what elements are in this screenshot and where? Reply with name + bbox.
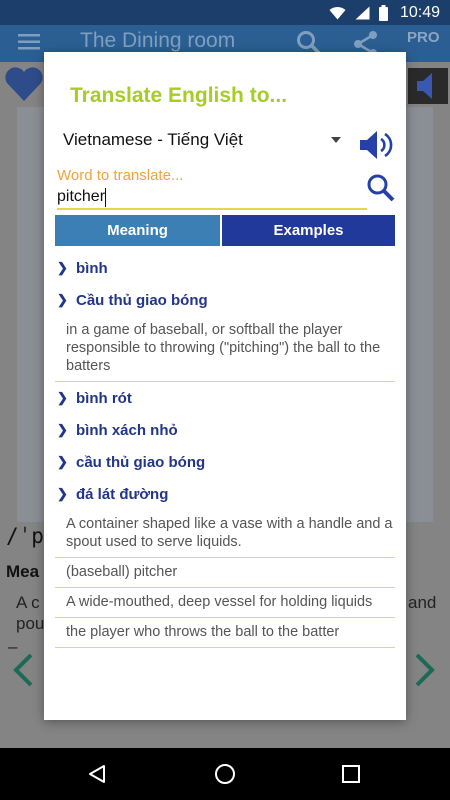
result-group[interactable]: ❯ bình rót xyxy=(55,382,395,414)
result-group-label: bình xách nhỏ xyxy=(76,421,178,439)
result-group[interactable]: ❯ đá lát đường xyxy=(55,478,395,510)
translate-dialog: Translate English to... Vietnamese - Tiế… xyxy=(44,52,406,720)
language-selected: Vietnamese - Tiếng Việt xyxy=(63,130,243,149)
definition-item: (baseball) pitcher xyxy=(55,558,395,588)
chevron-right-icon: ❯ xyxy=(57,454,68,469)
speaker-icon[interactable] xyxy=(408,68,448,104)
tab-meaning[interactable]: Meaning xyxy=(55,215,220,246)
dropdown-arrow-icon xyxy=(331,137,341,143)
signal-icon xyxy=(355,6,370,20)
definition-item: the player who throws the ball to the ba… xyxy=(55,618,395,648)
back-icon[interactable] xyxy=(87,764,107,784)
definition-item: A wide-mouthed, deep vessel for holding … xyxy=(55,588,395,618)
meaning-text-line: pou xyxy=(16,614,45,633)
tab-examples[interactable]: Examples xyxy=(222,215,395,246)
menu-icon[interactable] xyxy=(18,34,40,50)
word-input[interactable] xyxy=(57,186,367,210)
status-icons xyxy=(329,5,388,21)
chevron-left-icon[interactable] xyxy=(12,652,34,688)
app-title: The Dining room xyxy=(80,29,236,52)
status-bar: 10:49 xyxy=(0,0,450,25)
clock: 10:49 xyxy=(399,4,440,21)
meaning-text-line: A c xyxy=(16,593,40,612)
chevron-right-icon: ❯ xyxy=(57,292,68,307)
battery-icon xyxy=(379,5,388,21)
result-group-label: Cầu thủ giao bóng xyxy=(76,291,208,309)
language-dropdown[interactable]: Vietnamese - Tiếng Việt xyxy=(63,130,341,154)
chevron-right-icon: ❯ xyxy=(57,486,68,501)
chevron-right-icon: ❯ xyxy=(57,260,68,275)
result-group[interactable]: ❯ bình xách nhỏ xyxy=(55,414,395,446)
chevron-right-icon[interactable] xyxy=(414,652,436,688)
result-group[interactable]: ❯ Cầu thủ giao bóng xyxy=(55,284,395,316)
search-label: Word to translate... xyxy=(57,167,184,184)
result-group-label: cầu thủ giao bóng xyxy=(76,453,206,471)
search-icon[interactable] xyxy=(366,173,396,203)
heart-icon[interactable] xyxy=(4,66,44,102)
results-list: ❯ bình ❯ Cầu thủ giao bóng in a game of ba… xyxy=(55,252,395,648)
result-group[interactable]: ❯ cầu thủ giao bóng xyxy=(55,446,395,478)
result-group-label: bình rót xyxy=(76,389,132,407)
result-group[interactable]: ❯ bình xyxy=(55,252,395,284)
result-group-label: bình xyxy=(76,259,108,277)
speaker-icon[interactable] xyxy=(358,128,394,162)
text-cursor xyxy=(105,188,106,207)
chevron-right-icon: ❯ xyxy=(57,422,68,437)
pro-badge[interactable]: PRO xyxy=(407,29,440,46)
navigation-bar xyxy=(0,748,450,800)
chevron-right-icon: ❯ xyxy=(57,390,68,405)
result-group-label: đá lát đường xyxy=(76,485,169,503)
result-tabs: Meaning Examples xyxy=(55,215,395,246)
meaning-text-line-end: and xyxy=(408,593,437,612)
wifi-icon xyxy=(329,6,346,20)
definition-item: in a game of baseball, or softball the p… xyxy=(55,316,395,382)
dialog-title: Translate English to... xyxy=(70,84,288,107)
meaning-heading: Mea xyxy=(6,562,40,581)
recent-apps-icon[interactable] xyxy=(342,765,360,783)
home-icon[interactable] xyxy=(214,763,236,785)
definition-item: A container shaped like a vase with a ha… xyxy=(55,510,395,558)
